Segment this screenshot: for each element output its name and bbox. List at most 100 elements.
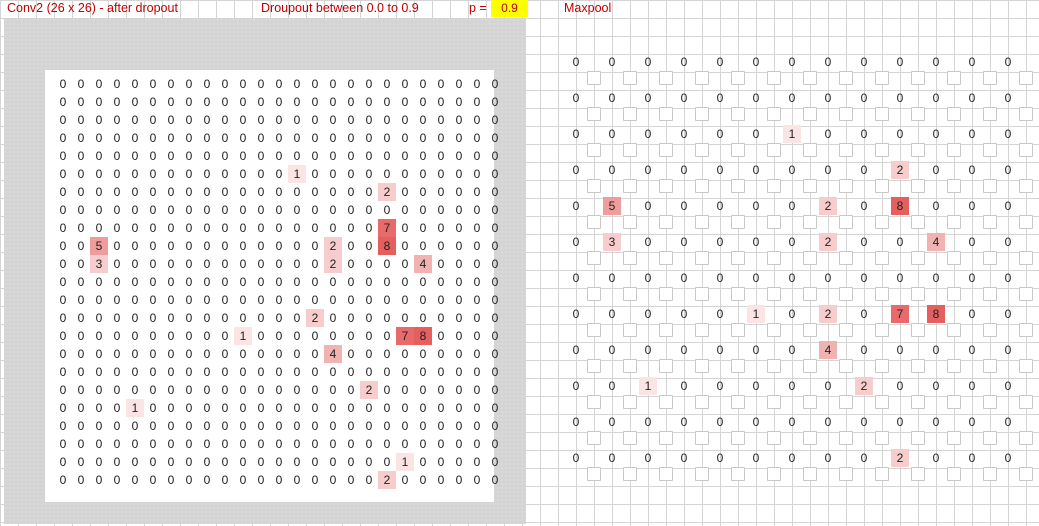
maxpool-cell[interactable]: 0: [711, 449, 729, 467]
maxpool-cell[interactable]: 0: [639, 125, 657, 143]
maxpool-cell[interactable]: 0: [711, 341, 729, 359]
maxpool-cell[interactable]: 0: [963, 233, 981, 251]
maxpool-cell[interactable]: 0: [567, 305, 585, 323]
maxpool-cell[interactable]: 0: [999, 377, 1017, 395]
maxpool-cell[interactable]: 0: [999, 269, 1017, 287]
maxpool-cell[interactable]: 0: [999, 89, 1017, 107]
maxpool-cell[interactable]: 1: [639, 377, 657, 395]
maxpool-cell[interactable]: 4: [819, 341, 837, 359]
maxpool-cell[interactable]: 0: [783, 341, 801, 359]
maxpool-cell[interactable]: 0: [891, 269, 909, 287]
maxpool-cell[interactable]: 0: [747, 449, 765, 467]
maxpool-cell[interactable]: 4: [927, 233, 945, 251]
maxpool-cell[interactable]: 0: [567, 53, 585, 71]
maxpool-cell[interactable]: 0: [711, 197, 729, 215]
maxpool-cell[interactable]: 0: [639, 449, 657, 467]
maxpool-cell[interactable]: 0: [783, 197, 801, 215]
maxpool-cell[interactable]: 0: [783, 305, 801, 323]
maxpool-cell[interactable]: 5: [603, 197, 621, 215]
maxpool-cell[interactable]: 2: [855, 377, 873, 395]
maxpool-cell[interactable]: 0: [927, 53, 945, 71]
maxpool-cell[interactable]: 0: [711, 233, 729, 251]
maxpool-cell[interactable]: 0: [891, 233, 909, 251]
maxpool-cell[interactable]: 0: [855, 233, 873, 251]
maxpool-cell[interactable]: 0: [675, 341, 693, 359]
maxpool-cell[interactable]: 0: [603, 161, 621, 179]
maxpool-cell[interactable]: 0: [927, 89, 945, 107]
maxpool-cell[interactable]: 0: [855, 341, 873, 359]
maxpool-cell[interactable]: 0: [819, 125, 837, 143]
maxpool-cell[interactable]: 0: [603, 377, 621, 395]
maxpool-cell[interactable]: 0: [999, 341, 1017, 359]
maxpool-cell[interactable]: 0: [783, 449, 801, 467]
maxpool-cell[interactable]: 0: [675, 449, 693, 467]
maxpool-cell[interactable]: 0: [567, 161, 585, 179]
maxpool-cell[interactable]: 0: [783, 233, 801, 251]
maxpool-cell[interactable]: 0: [567, 125, 585, 143]
maxpool-cell[interactable]: 0: [963, 197, 981, 215]
maxpool-cell[interactable]: 0: [639, 89, 657, 107]
maxpool-cell[interactable]: 0: [711, 305, 729, 323]
maxpool-cell[interactable]: 0: [891, 341, 909, 359]
maxpool-cell[interactable]: 0: [963, 341, 981, 359]
maxpool-cell[interactable]: 0: [819, 89, 837, 107]
maxpool-cell[interactable]: 0: [855, 413, 873, 431]
maxpool-cell[interactable]: 0: [747, 269, 765, 287]
maxpool-cell[interactable]: 0: [639, 413, 657, 431]
maxpool-cell[interactable]: 0: [891, 413, 909, 431]
maxpool-cell[interactable]: 0: [891, 89, 909, 107]
maxpool-cell[interactable]: 0: [747, 161, 765, 179]
maxpool-cell[interactable]: 0: [711, 125, 729, 143]
maxpool-cell[interactable]: 0: [747, 53, 765, 71]
maxpool-cell[interactable]: 0: [675, 161, 693, 179]
maxpool-cell[interactable]: 3: [603, 233, 621, 251]
maxpool-cell[interactable]: 0: [783, 161, 801, 179]
maxpool-cell[interactable]: 0: [927, 377, 945, 395]
maxpool-cell[interactable]: 0: [855, 449, 873, 467]
maxpool-cell[interactable]: 0: [963, 413, 981, 431]
maxpool-cell[interactable]: 0: [675, 233, 693, 251]
maxpool-cell[interactable]: 0: [747, 233, 765, 251]
maxpool-cell[interactable]: 1: [783, 125, 801, 143]
maxpool-cell[interactable]: 0: [567, 341, 585, 359]
maxpool-cell[interactable]: 0: [855, 125, 873, 143]
maxpool-cell[interactable]: 0: [855, 89, 873, 107]
maxpool-cell[interactable]: 0: [567, 449, 585, 467]
maxpool-cell[interactable]: 0: [639, 197, 657, 215]
maxpool-cell[interactable]: 0: [639, 341, 657, 359]
maxpool-cell[interactable]: 0: [639, 161, 657, 179]
maxpool-cell[interactable]: 0: [927, 413, 945, 431]
maxpool-cell[interactable]: 2: [819, 233, 837, 251]
maxpool-cell[interactable]: 0: [999, 305, 1017, 323]
maxpool-cell[interactable]: 0: [711, 413, 729, 431]
maxpool-cell[interactable]: 0: [963, 305, 981, 323]
maxpool-cell[interactable]: 0: [963, 53, 981, 71]
maxpool-cell[interactable]: 0: [927, 197, 945, 215]
maxpool-cell[interactable]: 0: [819, 377, 837, 395]
maxpool-cell[interactable]: 0: [603, 341, 621, 359]
maxpool-cell[interactable]: 0: [675, 269, 693, 287]
maxpool-cell[interactable]: 0: [747, 125, 765, 143]
maxpool-cell[interactable]: 0: [999, 197, 1017, 215]
maxpool-cell[interactable]: 0: [783, 89, 801, 107]
maxpool-cell[interactable]: 0: [963, 449, 981, 467]
maxpool-cell[interactable]: 0: [855, 53, 873, 71]
maxpool-cell[interactable]: 0: [711, 269, 729, 287]
maxpool-cell[interactable]: 0: [999, 413, 1017, 431]
maxpool-cell[interactable]: 0: [675, 197, 693, 215]
maxpool-cell[interactable]: 0: [567, 377, 585, 395]
maxpool-cell[interactable]: 0: [711, 89, 729, 107]
maxpool-cell[interactable]: 8: [891, 197, 909, 215]
maxpool-cell[interactable]: 0: [963, 269, 981, 287]
maxpool-cell[interactable]: 0: [783, 413, 801, 431]
maxpool-cell[interactable]: 0: [639, 53, 657, 71]
maxpool-cell[interactable]: 0: [819, 53, 837, 71]
maxpool-cell[interactable]: 0: [855, 161, 873, 179]
maxpool-cell[interactable]: 0: [819, 269, 837, 287]
maxpool-cell[interactable]: 0: [675, 377, 693, 395]
maxpool-cell[interactable]: 0: [567, 197, 585, 215]
maxpool-cell[interactable]: 0: [891, 53, 909, 71]
maxpool-cell[interactable]: 0: [639, 305, 657, 323]
maxpool-cell[interactable]: 7: [891, 305, 909, 323]
maxpool-cell[interactable]: 0: [567, 413, 585, 431]
